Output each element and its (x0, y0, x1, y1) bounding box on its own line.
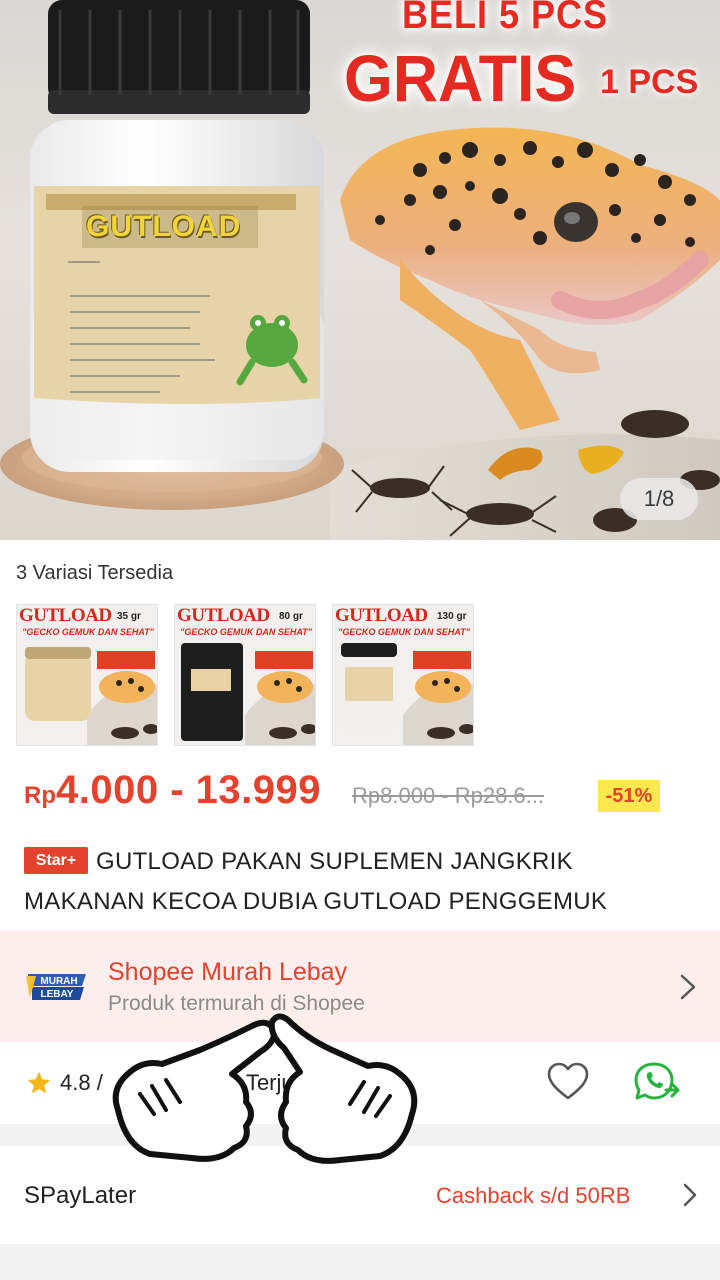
spaylater-label: SPayLater (24, 1182, 137, 1209)
variants-label: 3 Variasi Tersedia (16, 562, 174, 584)
variant-brand: GUTLOAD (335, 605, 428, 626)
product-image-carousel[interactable]: BELI 5 PCS GRATIS 1 PCS GUTLOAD 1/8 (0, 0, 720, 540)
variant-brand: GUTLOAD (177, 605, 270, 626)
image-counter: 1/8 (620, 478, 698, 520)
heart-icon[interactable] (546, 1062, 590, 1102)
promo-headline-free-qty: 1 PCS (600, 63, 699, 101)
variant-size: 80 gr (279, 611, 303, 622)
price-range: Rp4.000 - 13.999 (24, 768, 321, 813)
shop-logo-text-top: MURAH (40, 976, 77, 987)
whatsapp-share-icon[interactable] (632, 1060, 682, 1106)
chevron-right-icon (680, 974, 696, 1000)
original-price: Rp8.000 - Rp28.6... (352, 783, 545, 808)
pointing-hands-overlay-icon (112, 1013, 418, 1164)
variant-thumbnail-80gr[interactable]: GUTLOAD 80 gr "GECKO GEMUK DAN SEHAT" (174, 604, 316, 746)
product-title-line1: GUTLOAD PAKAN SUPLEMEN JANGKRIK (96, 848, 573, 875)
rating-value: 4.8 / (60, 1070, 103, 1095)
price-value: 4.000 - 13.999 (56, 768, 321, 812)
promo-headline-buy: BELI 5 PCS (401, 0, 608, 37)
variant-tagline: "GECKO GEMUK DAN SEHAT" (22, 627, 154, 637)
chevron-right-icon (683, 1183, 697, 1207)
variant-thumbnail-130gr[interactable]: GUTLOAD 130 gr "GECKO GEMUK DAN SEHAT" (332, 604, 474, 746)
variant-size: 35 gr (117, 611, 141, 622)
star-plus-badge: Star+ (24, 847, 88, 874)
variant-size: 130 gr (437, 611, 467, 622)
variant-brand: GUTLOAD (19, 605, 112, 626)
star-icon (27, 1071, 51, 1094)
variant-tagline: "GECKO GEMUK DAN SEHAT" (338, 627, 470, 637)
jar-brand-label: GUTLOAD (86, 210, 242, 243)
shop-name: Shopee Murah Lebay (108, 958, 348, 986)
section-divider-bottom (0, 1244, 720, 1280)
discount-badge: -51% (598, 780, 660, 812)
promo-headline-free: GRATIS (344, 41, 577, 115)
product-page: BELI 5 PCS GRATIS 1 PCS GUTLOAD 1/8 3 Va… (0, 0, 720, 1280)
shop-logo-text-bottom: LEBAY (41, 989, 74, 1000)
product-title-line2: MAKANAN KECOA DUBIA GUTLOAD PENGGEMUK (24, 888, 608, 915)
price-currency: Rp (24, 782, 56, 809)
variant-tagline: "GECKO GEMUK DAN SEHAT" (180, 627, 312, 637)
variant-thumbnail-35gr[interactable]: GUTLOAD 35 gr "GECKO GEMUK DAN SEHAT" (16, 604, 158, 746)
cashback-info: Cashback s/d 50RB (436, 1183, 631, 1208)
shop-logo-icon: MURAH LEBAY (26, 974, 86, 1000)
